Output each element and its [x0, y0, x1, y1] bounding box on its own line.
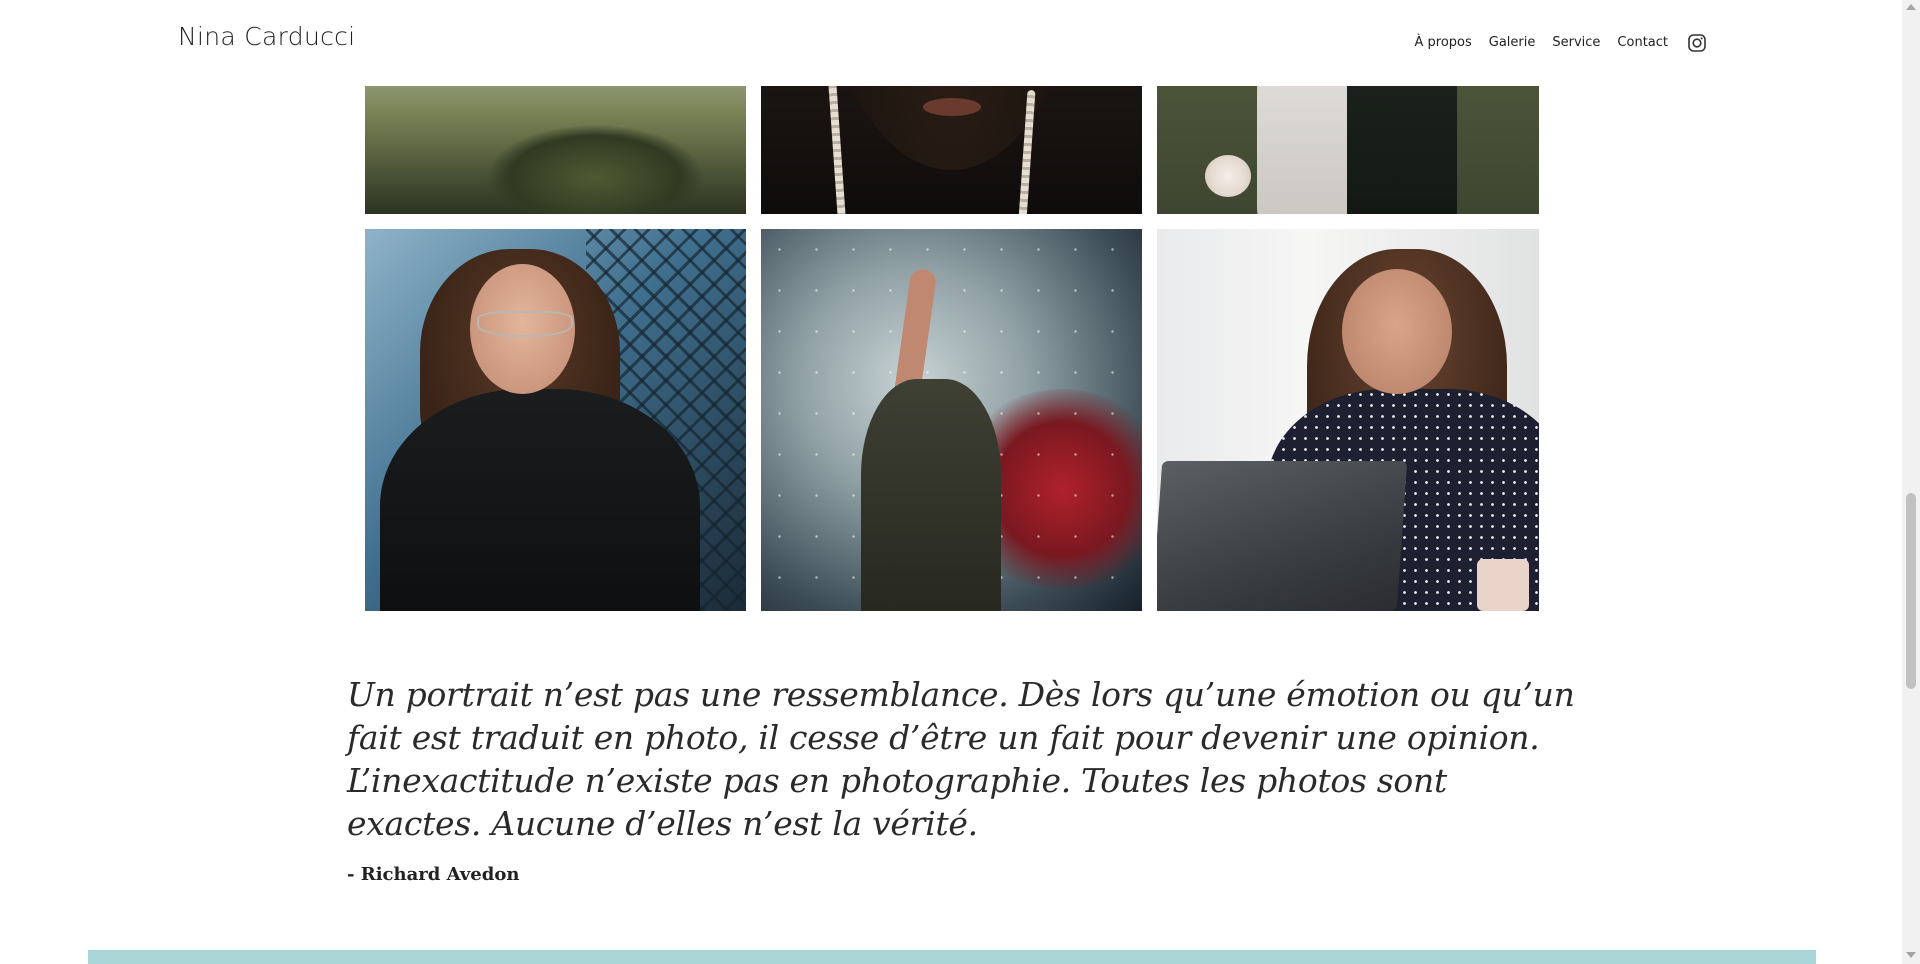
scroll-down-arrow-icon[interactable] [1906, 952, 1916, 958]
gallery-photo-woman-glasses[interactable] [365, 229, 746, 611]
scrollbar-thumb[interactable] [1906, 493, 1916, 689]
main-nav: À propos Galerie Service Contact [1414, 31, 1707, 53]
page-scrollbar[interactable] [1902, 0, 1920, 964]
site-header: Nina Carducci À propos Galerie Service C… [0, 0, 1902, 86]
nav-link-service[interactable]: Service [1552, 35, 1600, 50]
nav-link-contact[interactable]: Contact [1617, 35, 1668, 50]
site-brand[interactable]: Nina Carducci [178, 22, 355, 51]
footer-accent-band [88, 950, 1816, 964]
nav-link-a-propos[interactable]: À propos [1414, 35, 1471, 50]
nav-link-galerie[interactable]: Galerie [1489, 35, 1536, 50]
quote-author: - Richard Avedon [347, 864, 520, 885]
gallery-photo-concert[interactable] [761, 229, 1142, 611]
page: Nina Carducci À propos Galerie Service C… [0, 0, 1902, 964]
quote-text: Un portrait n’est pas une ressemblance. … [347, 675, 1575, 843]
gallery-photo-woman-laptop[interactable] [1157, 229, 1539, 611]
instagram-icon[interactable] [1687, 33, 1707, 53]
scroll-up-arrow-icon[interactable] [1906, 4, 1916, 10]
